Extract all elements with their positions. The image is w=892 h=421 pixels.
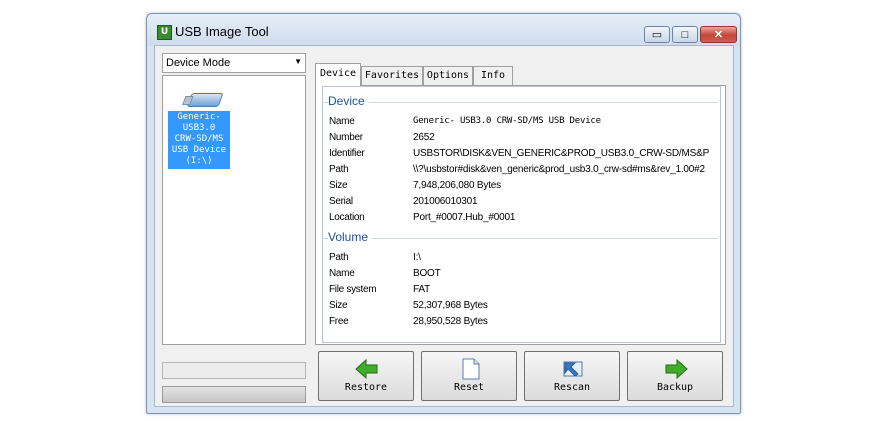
minimize-icon: ▭ (651, 29, 663, 41)
device-item-line: USB3.0 (182, 123, 216, 133)
row-label: Size (329, 180, 348, 191)
row-label: Serial (329, 196, 353, 207)
tab-favorites[interactable]: Favorites (361, 66, 423, 85)
backup-button[interactable]: Backup (627, 351, 723, 401)
row-label: Path (329, 164, 349, 175)
volume-group-title: Volume (328, 230, 373, 244)
maximize-icon: □ (681, 29, 689, 41)
tab-options[interactable]: Options (423, 66, 473, 85)
row-label: File system (329, 284, 377, 295)
rescan-button[interactable]: Rescan (524, 351, 620, 401)
mode-select[interactable]: Device Mode ▼ (162, 53, 306, 73)
usb-drive-icon[interactable] (186, 93, 224, 107)
rescan-icon (563, 361, 583, 377)
minimize-button[interactable]: ▭ (644, 26, 670, 43)
app-icon: U (157, 25, 172, 40)
reset-label: Reset (453, 382, 485, 393)
app-window: U USB Image Tool ▭ □ ✕ Device Mode ▼ Gen… (146, 13, 741, 414)
row-value: 201006010301 (413, 196, 478, 207)
tab-device[interactable]: Device (315, 63, 361, 86)
row-label: Size (329, 300, 348, 311)
row-value: 28,950,528 Bytes (413, 316, 488, 327)
window-title: USB Image Tool (175, 24, 269, 39)
row-label: Free (329, 316, 349, 327)
row-value: Generic- USB3.0 CRW-SD/MS USB Device (413, 116, 601, 126)
row-value: BOOT (413, 268, 441, 279)
arrow-left-icon (355, 358, 378, 380)
row-label: Name (329, 268, 355, 279)
device-item-line: USB Device (171, 145, 227, 155)
device-tab-panel: Device Name Generic- USB3.0 CRW-SD/MS US… (315, 85, 726, 345)
mode-select-value: Device Mode (166, 57, 231, 69)
row-value: FAT (413, 284, 430, 295)
device-list-item[interactable]: Generic- USB3.0 CRW-SD/MS USB Device (I:… (168, 111, 230, 169)
tab-info[interactable]: Info (473, 66, 513, 85)
row-label: Path (329, 252, 349, 263)
row-label: Identifier (329, 148, 365, 159)
row-value: 7,948,206,080 Bytes (413, 180, 501, 191)
device-item-line: Generic- (177, 112, 221, 122)
status-bar (162, 362, 306, 379)
row-label: Location (329, 212, 365, 223)
device-item-line: CRW-SD/MS (174, 134, 224, 144)
device-list[interactable]: Generic- USB3.0 CRW-SD/MS USB Device (I:… (162, 75, 306, 345)
arrow-right-icon (665, 358, 688, 380)
row-value: Port_#0007.Hub_#0001 (413, 212, 516, 223)
document-icon (462, 358, 480, 380)
group-divider (322, 102, 718, 103)
row-value: \\?\usbstor#disk&ven_generic&prod_usb3.0… (413, 164, 705, 175)
group-divider (322, 238, 718, 239)
close-button[interactable]: ✕ (700, 26, 737, 43)
row-value: 2652 (413, 132, 435, 143)
maximize-button[interactable]: □ (672, 26, 698, 43)
client-area: Device Mode ▼ Generic- USB3.0 CRW-SD/MS … (154, 45, 734, 407)
row-value: I:\ (413, 252, 421, 263)
progress-bar (162, 386, 306, 403)
rescan-label: Rescan (553, 382, 591, 393)
title-bar[interactable]: U USB Image Tool ▭ □ ✕ (147, 14, 740, 46)
row-label: Name (329, 116, 355, 127)
device-group-title: Device (328, 94, 369, 108)
backup-label: Backup (656, 382, 694, 393)
device-item-line: (I:\) (185, 156, 213, 166)
row-value: 52,307,968 Bytes (413, 300, 488, 311)
row-label: Number (329, 132, 363, 143)
restore-button[interactable]: Restore (318, 351, 414, 401)
restore-label: Restore (344, 382, 388, 393)
close-icon: ✕ (713, 29, 724, 41)
row-value: USBSTOR\DISK&VEN_GENERIC&PROD_USB3.0_CRW… (413, 148, 710, 159)
reset-button[interactable]: Reset (421, 351, 517, 401)
chevron-down-icon: ▼ (294, 57, 302, 66)
